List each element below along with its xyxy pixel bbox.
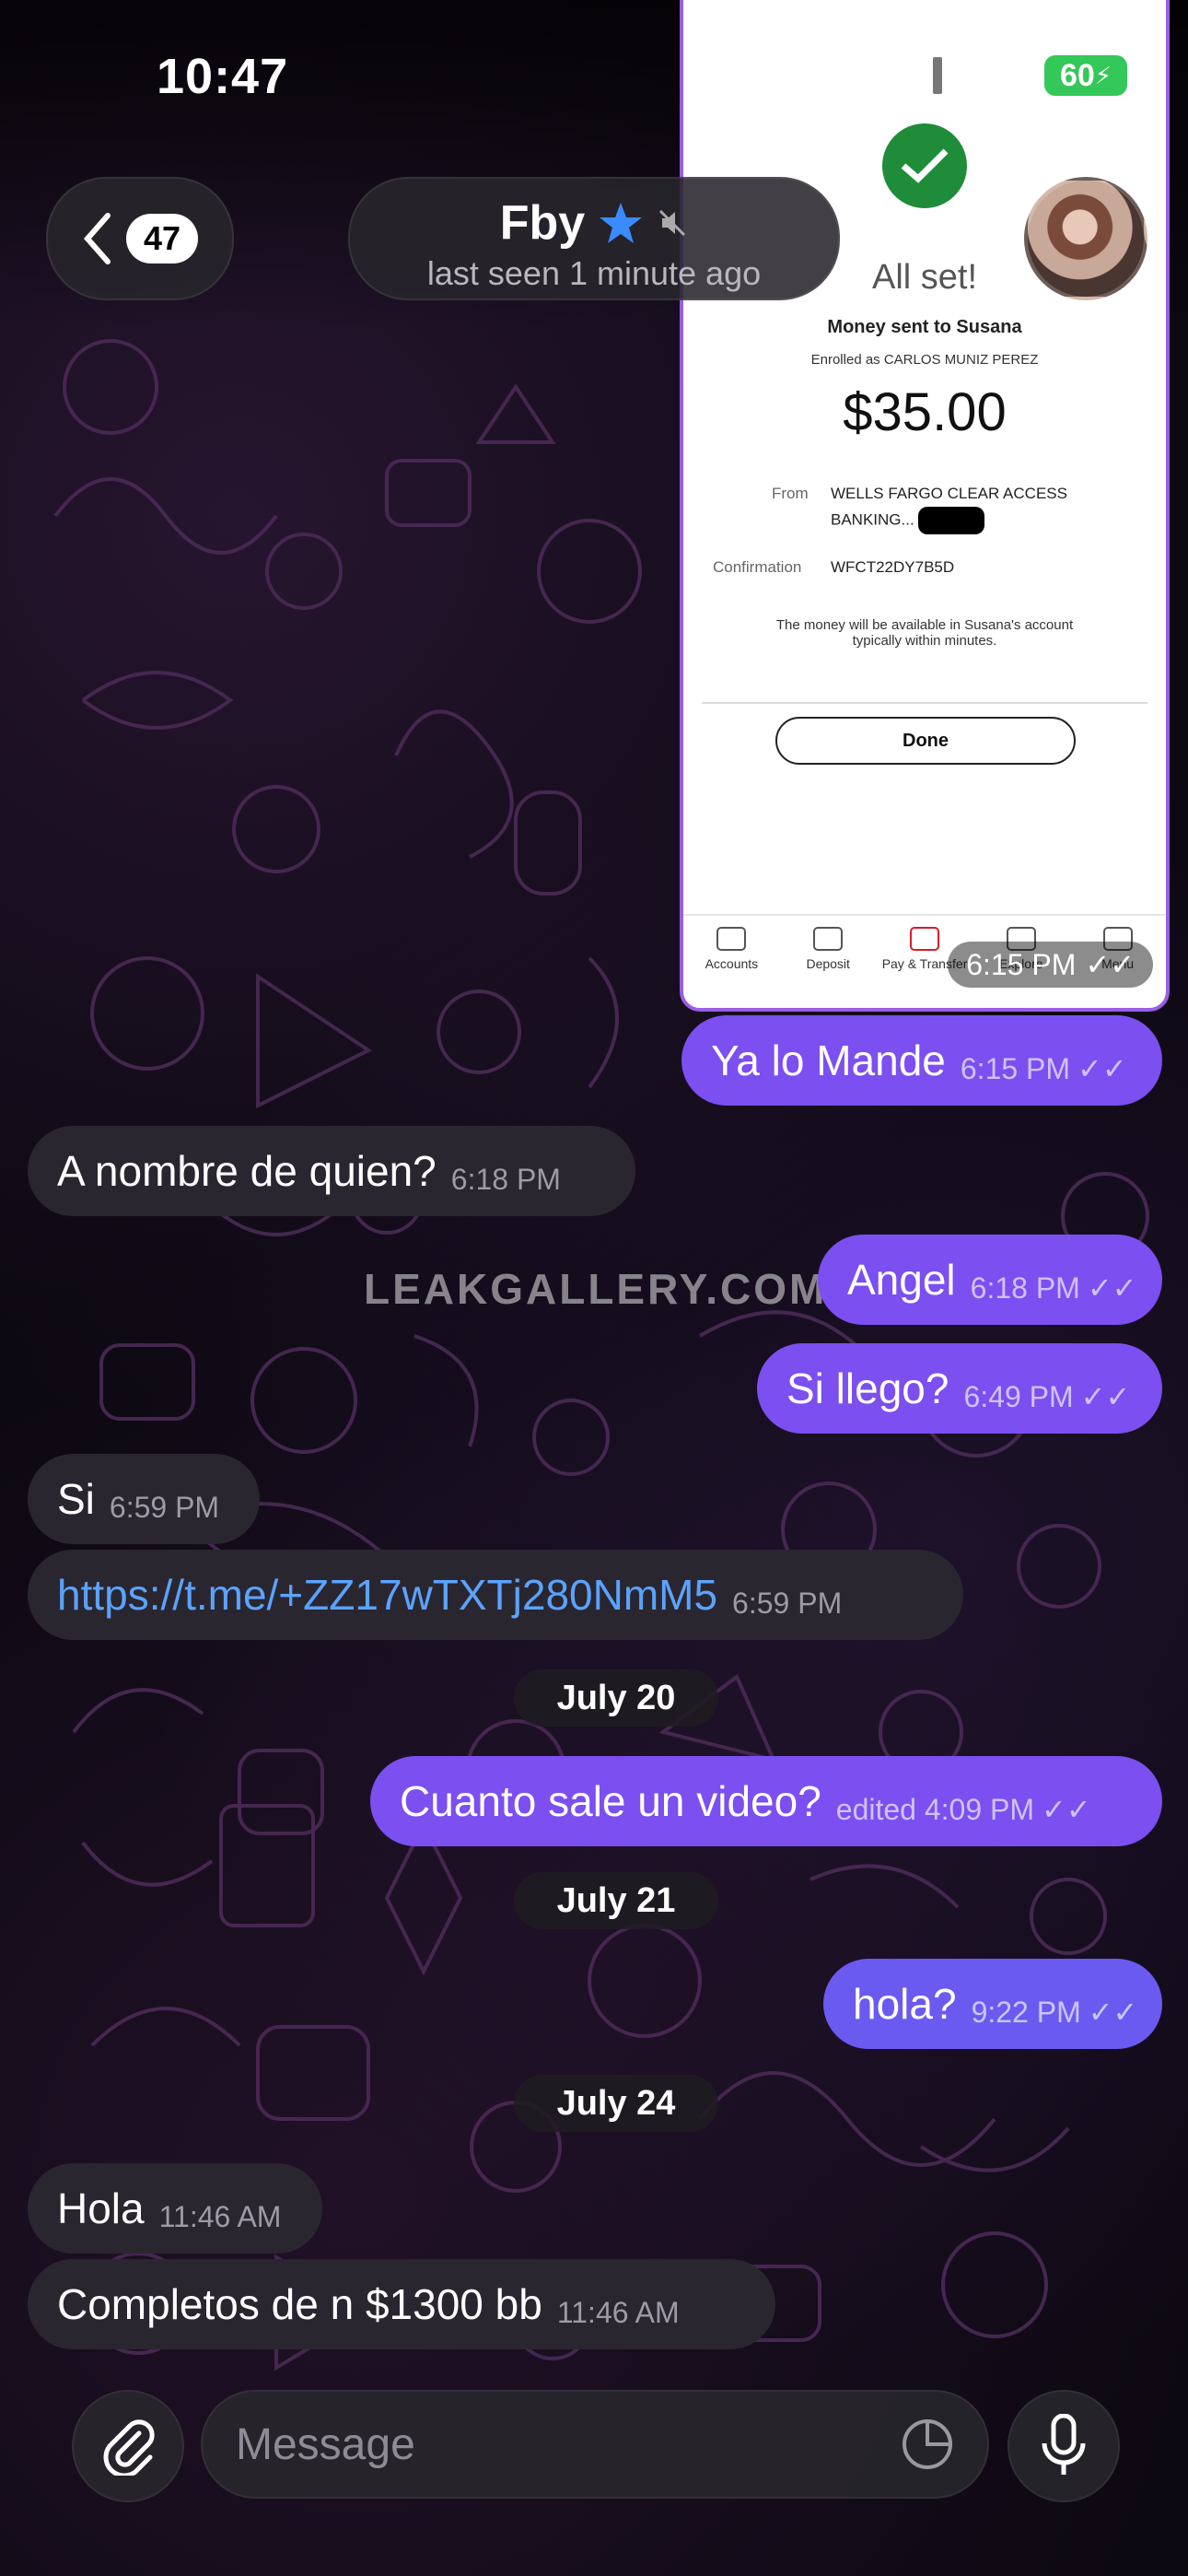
message-time: 11:46 AM <box>556 2295 680 2329</box>
double-check-icon: ✓✓ <box>1080 1380 1131 1413</box>
from-value-line1: WELLS FARGO CLEAR ACCESS <box>831 485 1067 502</box>
tab-deposit: Deposit <box>780 916 877 1008</box>
message-text: Angel <box>847 1256 956 1304</box>
contact-name: Fby <box>499 196 586 250</box>
star-icon <box>600 203 643 243</box>
date-separator: July 20 <box>514 1669 718 1727</box>
paperclip-icon <box>103 2419 155 2476</box>
unread-count-badge: 47 <box>126 214 198 263</box>
checkmark-icon <box>882 123 967 208</box>
message-text: Si llego? <box>786 1364 949 1412</box>
availability-note: The money will be available in Susana's … <box>775 617 1074 649</box>
confirmation-label: Confirmation <box>713 558 802 576</box>
wifi-icon <box>970 57 1019 94</box>
double-check-icon: ✓✓ <box>1088 1996 1138 2029</box>
microphone-icon <box>1042 2414 1086 2475</box>
image-time: 6:15 PM ✓✓ <box>948 942 1153 988</box>
microphone-button[interactable] <box>1007 2390 1120 2502</box>
message-incoming[interactable]: Hola 11:46 AM <box>28 2163 322 2254</box>
from-label: From <box>772 485 809 502</box>
confirmation-subtitle: Money sent to Susana <box>827 317 1022 337</box>
message-text: hola? <box>853 1980 957 2028</box>
from-value-line2: BANKING... <box>831 507 985 534</box>
divider <box>702 702 1147 704</box>
chevron-left-icon <box>84 213 111 264</box>
avatar[interactable] <box>1024 177 1147 300</box>
message-text: Ya lo Mande <box>711 1036 946 1084</box>
tab-accounts: Accounts <box>683 916 780 1008</box>
done-button: Done <box>775 717 1076 765</box>
message-time: 9:22 PM ✓✓ <box>971 1995 1138 2030</box>
double-check-icon: ✓✓ <box>1085 948 1135 981</box>
message-input-container[interactable] <box>201 2390 989 2499</box>
message-time: 6:59 PM <box>732 1586 843 1620</box>
message-outgoing[interactable]: Ya lo Mande 6:15 PM ✓✓ <box>681 1015 1162 1106</box>
message-input[interactable] <box>234 2418 899 2471</box>
amount-sent: $35.00 <box>843 382 1007 442</box>
double-check-icon: ✓✓ <box>1042 1793 1091 1826</box>
deposit-icon <box>813 927 844 951</box>
message-incoming[interactable]: https://t.me/+ZZ17wTXTj280NmM5 6:59 PM <box>28 1550 963 1640</box>
status-icons: 60 ⚡ <box>886 55 1127 96</box>
message-outgoing[interactable]: Cuanto sale un video? edited 4:09 PM ✓✓ <box>370 1756 1162 1846</box>
enrolled-text: Enrolled as CARLOS MUNIZ PEREZ <box>810 352 1039 368</box>
attach-button[interactable] <box>72 2390 184 2502</box>
muted-icon <box>659 209 686 237</box>
message-incoming[interactable]: Si 6:59 PM <box>28 1454 260 1544</box>
message-time: edited 4:09 PM ✓✓ <box>835 1792 1091 1827</box>
status-time: 10:47 <box>157 49 289 104</box>
message-incoming[interactable]: A nombre de quien? 6:18 PM <box>28 1126 635 1216</box>
message-text: Si <box>57 1475 95 1523</box>
signal-icon <box>886 57 942 94</box>
message-text: Hola <box>57 2184 145 2232</box>
message-time: 6:18 PM ✓✓ <box>970 1270 1137 1306</box>
chat-title[interactable]: Fby last seen 1 minute ago <box>348 177 840 300</box>
double-check-icon: ✓✓ <box>1077 1052 1127 1085</box>
message-text: Completos de n $1300 bb <box>57 2280 542 2328</box>
double-check-icon: ✓✓ <box>1087 1271 1137 1305</box>
message-text: A nombre de quien? <box>57 1147 437 1195</box>
message-time: 6:18 PM <box>450 1162 561 1196</box>
date-separator: July 24 <box>514 2075 718 2132</box>
message-link[interactable]: https://t.me/+ZZ17wTXTj280NmM5 <box>57 1570 717 1620</box>
home-icon <box>716 927 747 951</box>
sticker-icon[interactable] <box>899 2416 956 2473</box>
back-button[interactable]: 47 <box>46 177 234 300</box>
last-seen-status: last seen 1 minute ago <box>426 254 762 292</box>
date-separator: July 21 <box>514 1872 718 1929</box>
message-text: Cuanto sale un video? <box>400 1777 821 1825</box>
message-time: 6:15 PM ✓✓ <box>960 1051 1127 1086</box>
message-time: 6:49 PM ✓✓ <box>963 1379 1131 1414</box>
message-time: 11:46 AM <box>158 2199 282 2233</box>
watermark: LEAKGALLERY.COM <box>364 1265 828 1313</box>
payment-screenshot-image[interactable]: All set! Money sent to Susana Enrolled a… <box>680 0 1170 1012</box>
dollar-icon <box>909 927 939 951</box>
message-outgoing[interactable]: Angel 6:18 PM ✓✓ <box>818 1235 1162 1325</box>
confirmation-value: WFCT22DY7B5D <box>831 558 955 576</box>
message-time: 6:59 PM <box>109 1490 220 1524</box>
battery-indicator: 60 ⚡ <box>1044 55 1127 96</box>
message-outgoing[interactable]: hola? 9:22 PM ✓✓ <box>823 1959 1162 2049</box>
message-incoming[interactable]: Completos de n $1300 bb 11:46 AM <box>28 2259 775 2349</box>
message-outgoing[interactable]: Si llego? 6:49 PM ✓✓ <box>757 1343 1162 1434</box>
